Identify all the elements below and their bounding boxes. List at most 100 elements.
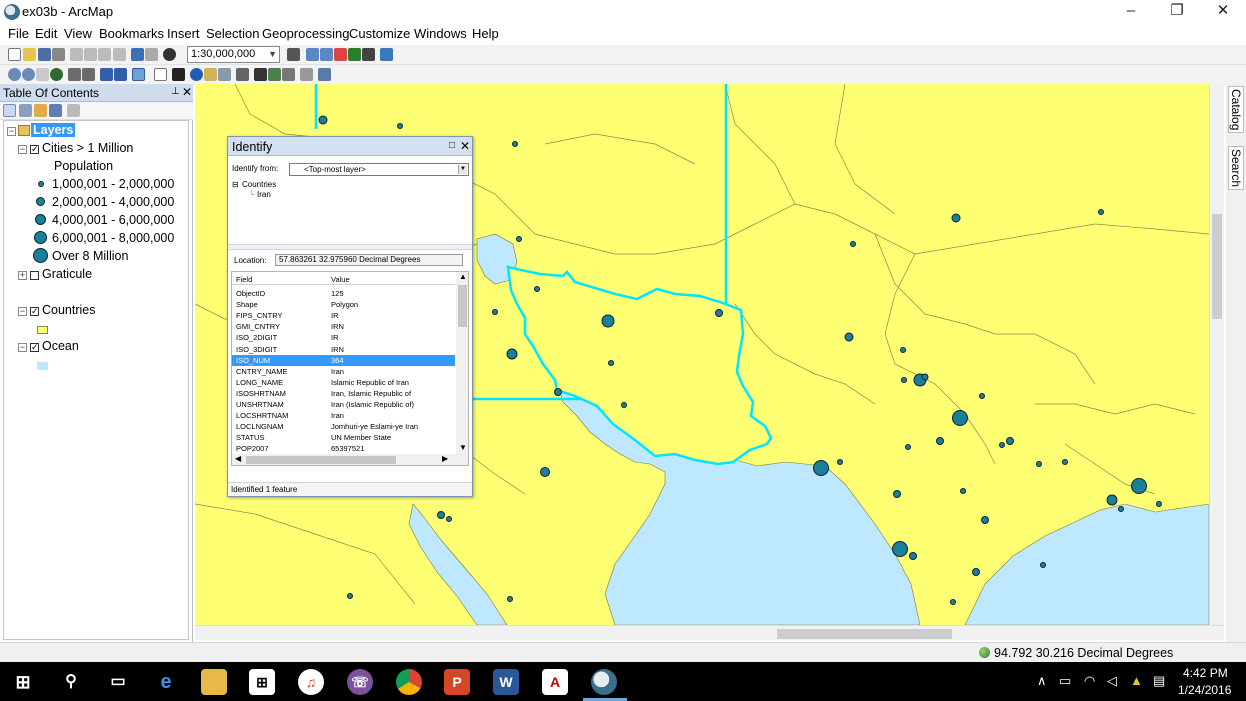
forward-extent-icon[interactable] bbox=[114, 68, 127, 81]
select-features-icon[interactable] bbox=[132, 68, 145, 81]
countries-symbol-swatch[interactable] bbox=[37, 326, 48, 334]
city-point[interactable] bbox=[1131, 478, 1147, 494]
battery-icon[interactable]: ▭ bbox=[1059, 673, 1071, 689]
toc-options-icon[interactable] bbox=[67, 104, 80, 117]
table-horizontal-scrollbar[interactable]: ◀ ▶ bbox=[232, 454, 468, 465]
city-point[interactable] bbox=[901, 377, 907, 383]
go-to-xy-icon[interactable] bbox=[282, 68, 295, 81]
find-icon[interactable] bbox=[254, 68, 267, 81]
zoom-in-icon[interactable] bbox=[8, 68, 21, 81]
attribute-row[interactable]: LONG_NAME Islamic Republic of Iran bbox=[232, 377, 455, 388]
city-point[interactable] bbox=[951, 213, 961, 223]
scroll-right-icon[interactable]: ▶ bbox=[442, 454, 448, 463]
attribute-row[interactable]: POP2007 65397521 bbox=[232, 443, 455, 454]
toc-close-icon[interactable]: ✕ bbox=[182, 85, 192, 99]
ocean-symbol-swatch[interactable] bbox=[37, 362, 48, 370]
powerpoint-icon[interactable]: P bbox=[444, 669, 470, 695]
collapse-icon[interactable]: − bbox=[7, 127, 16, 136]
city-point[interactable] bbox=[1098, 209, 1104, 215]
copy-icon[interactable] bbox=[84, 48, 97, 61]
list-by-drawing-order-icon[interactable] bbox=[3, 104, 16, 117]
toc-layer-graticule[interactable]: Graticule bbox=[42, 267, 92, 281]
city-point[interactable] bbox=[979, 393, 985, 399]
attribute-row[interactable]: FIPS_CNTRY IR bbox=[232, 310, 455, 321]
city-point[interactable] bbox=[921, 373, 929, 381]
city-point[interactable] bbox=[534, 286, 540, 292]
save-icon[interactable] bbox=[38, 48, 51, 61]
search-window-icon[interactable] bbox=[334, 48, 347, 61]
collapse-icon[interactable]: − bbox=[18, 343, 27, 352]
measure-icon[interactable] bbox=[236, 68, 249, 81]
map-horizontal-scroll-thumb[interactable] bbox=[777, 629, 952, 639]
paste-icon[interactable] bbox=[98, 48, 111, 61]
cut-icon[interactable] bbox=[70, 48, 83, 61]
notifications-icon[interactable]: ▤ bbox=[1153, 673, 1165, 689]
editor-toolbar-icon[interactable] bbox=[287, 48, 300, 61]
find-route-icon[interactable] bbox=[268, 68, 281, 81]
city-point[interactable] bbox=[318, 115, 328, 125]
ocean-visibility-checkbox[interactable]: ✓ bbox=[30, 343, 39, 352]
wifi-icon[interactable]: ◠ bbox=[1084, 673, 1095, 689]
city-point[interactable] bbox=[507, 596, 513, 602]
city-point[interactable] bbox=[960, 488, 966, 494]
city-point[interactable] bbox=[813, 460, 829, 476]
attribute-row[interactable]: LOCLNGNAM Jomhuri-ye Eslami-ye Iran bbox=[232, 421, 455, 432]
clock-date[interactable]: 1/24/2016 bbox=[1178, 683, 1231, 697]
select-elements-icon[interactable] bbox=[172, 68, 185, 81]
city-point[interactable] bbox=[1118, 506, 1124, 512]
city-point[interactable] bbox=[950, 599, 956, 605]
minimize-button[interactable]: – bbox=[1108, 0, 1154, 24]
scroll-left-icon[interactable]: ◀ bbox=[235, 454, 241, 463]
show-hidden-icons-icon[interactable]: ∧ bbox=[1037, 673, 1047, 689]
city-point[interactable] bbox=[844, 332, 854, 342]
menu-customize[interactable]: Customize bbox=[349, 26, 410, 41]
graticule-visibility-checkbox[interactable] bbox=[30, 271, 39, 280]
city-point[interactable] bbox=[1106, 494, 1118, 506]
map-vertical-scrollbar[interactable] bbox=[1209, 84, 1224, 625]
clear-selection-icon[interactable] bbox=[154, 68, 167, 81]
arctoolbox-icon[interactable] bbox=[348, 48, 361, 61]
city-point[interactable] bbox=[540, 467, 550, 477]
menu-file[interactable]: File bbox=[8, 26, 29, 41]
map-vertical-scroll-thumb[interactable] bbox=[1212, 214, 1222, 319]
city-point[interactable] bbox=[506, 348, 518, 360]
table-horizontal-scroll-thumb[interactable] bbox=[246, 456, 396, 464]
city-point[interactable] bbox=[936, 437, 944, 445]
menu-edit[interactable]: Edit bbox=[35, 26, 57, 41]
menu-help[interactable]: Help bbox=[472, 26, 499, 41]
list-by-source-icon[interactable] bbox=[19, 104, 32, 117]
city-point[interactable] bbox=[437, 511, 445, 519]
city-point[interactable] bbox=[621, 402, 627, 408]
attribute-row[interactable]: Shape Polygon bbox=[232, 299, 455, 310]
restore-button[interactable]: ❐ bbox=[1154, 0, 1200, 24]
city-point[interactable] bbox=[900, 347, 906, 353]
maximize-icon[interactable]: □ bbox=[449, 140, 455, 151]
identify-title-bar[interactable]: Identify □ ✕ bbox=[228, 137, 472, 156]
city-point[interactable] bbox=[1006, 437, 1014, 445]
redo-icon[interactable] bbox=[145, 48, 158, 61]
attribute-row[interactable]: LOCSHRTNAM Iran bbox=[232, 410, 455, 421]
city-point[interactable] bbox=[893, 490, 901, 498]
city-point[interactable] bbox=[446, 516, 452, 522]
table-vertical-scrollbar[interactable]: ▲ ▼ bbox=[456, 272, 468, 454]
catalog-window-icon[interactable] bbox=[320, 48, 333, 61]
map-horizontal-scrollbar[interactable] bbox=[195, 625, 1224, 640]
menu-bookmarks[interactable]: Bookmarks bbox=[99, 26, 164, 41]
city-point[interactable] bbox=[397, 123, 403, 129]
identify-splitter[interactable] bbox=[228, 244, 472, 250]
identify-icon[interactable] bbox=[190, 68, 203, 81]
city-point[interactable] bbox=[601, 314, 615, 328]
city-point[interactable] bbox=[892, 541, 908, 557]
collapse-icon[interactable]: − bbox=[18, 307, 27, 316]
store-icon[interactable]: ⊞ bbox=[249, 669, 275, 695]
new-document-icon[interactable] bbox=[8, 48, 21, 61]
attribute-row[interactable]: ISO_2DIGIT IR bbox=[232, 332, 455, 343]
city-point[interactable] bbox=[1036, 461, 1042, 467]
fixed-zoom-out-icon[interactable] bbox=[82, 68, 95, 81]
menu-selection[interactable]: Selection bbox=[206, 26, 259, 41]
expand-icon[interactable]: + bbox=[18, 271, 27, 280]
toc-layer-cities[interactable]: Cities > 1 Million bbox=[42, 141, 133, 155]
model-builder-icon[interactable] bbox=[380, 48, 393, 61]
city-point[interactable] bbox=[999, 442, 1005, 448]
city-point[interactable] bbox=[516, 236, 522, 242]
